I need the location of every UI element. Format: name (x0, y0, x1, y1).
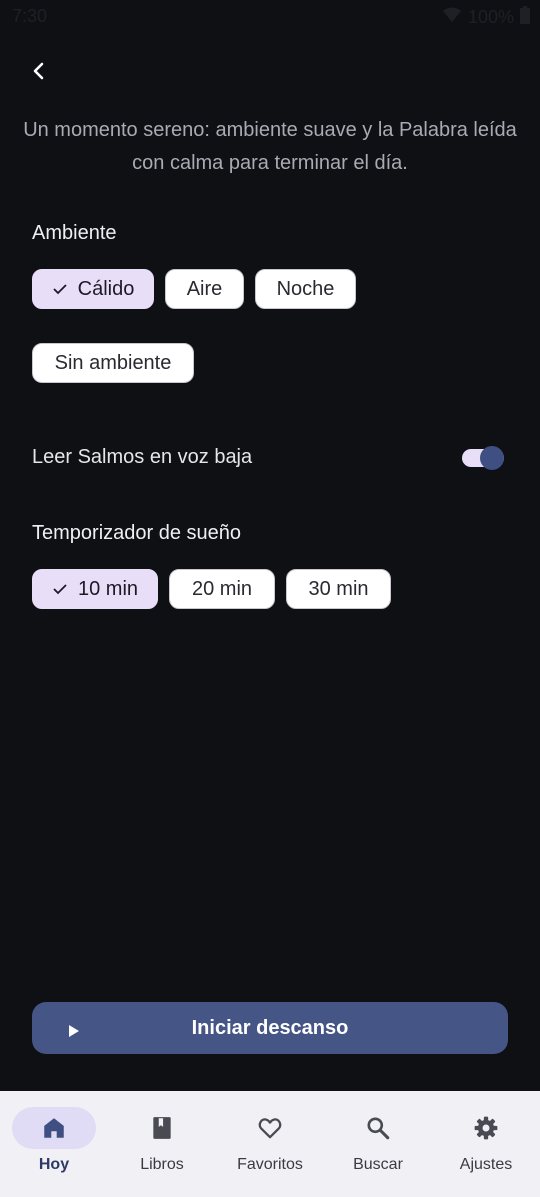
battery-percent: 100% (467, 7, 514, 27)
start-rest-button[interactable]: Iniciar descanso (32, 1002, 508, 1054)
sleep-timer-label: Temporizador de sueño (32, 522, 242, 544)
nav-item-ajustes[interactable]: Ajustes (432, 1091, 540, 1197)
check-icon (52, 282, 68, 296)
bottom-nav: Hoy Libros Favoritos Buscar Ajustes (0, 1091, 540, 1197)
chip-30-min[interactable]: 30 min (286, 569, 391, 609)
chip-label: Sin ambiente (54, 351, 172, 374)
psalms-toggle[interactable] (462, 446, 504, 470)
ambiente-label: Ambiente (32, 222, 117, 244)
wifi-icon (442, 7, 462, 28)
psalms-toggle-label: Leer Salmos en voz baja (32, 446, 253, 468)
check-icon (52, 582, 68, 596)
chip-sin-ambiente[interactable]: Sin ambiente (32, 343, 194, 383)
chip-noche[interactable]: Noche (255, 269, 356, 309)
status-indicators: 100% (442, 6, 530, 29)
chip-label: 10 min (77, 577, 139, 600)
chip-label: 20 min (191, 577, 253, 600)
nav-label: Buscar (353, 1156, 403, 1173)
status-time: 7:30 (12, 6, 48, 26)
chip-label: 30 min (308, 577, 369, 600)
gear-icon (472, 1114, 500, 1142)
chip-label: Aire (186, 277, 223, 300)
nav-label: Hoy (38, 1156, 70, 1173)
nav-item-favoritos[interactable]: Favoritos (216, 1091, 324, 1197)
start-rest-label: Iniciar descanso (191, 1016, 349, 1039)
nav-item-buscar[interactable]: Buscar (324, 1091, 432, 1197)
home-icon (40, 1114, 68, 1142)
chip-label: Cálido (77, 277, 135, 300)
nav-label: Libros (140, 1156, 184, 1173)
chip-calido[interactable]: Cálido (32, 269, 154, 309)
nav-label: Ajustes (459, 1156, 513, 1173)
chip-label: Noche (276, 277, 335, 300)
nav-label: Favoritos (237, 1156, 303, 1173)
chevron-left-icon (31, 61, 45, 86)
chip-10-min[interactable]: 10 min (32, 569, 158, 609)
chip-20-min[interactable]: 20 min (169, 569, 275, 609)
chip-aire[interactable]: Aire (165, 269, 244, 309)
book-icon (148, 1114, 176, 1142)
nav-item-libros[interactable]: Libros (108, 1091, 216, 1197)
back-button[interactable] (24, 58, 52, 88)
toggle-thumb (480, 446, 504, 470)
play-icon (68, 1021, 80, 1044)
battery-icon (520, 6, 530, 29)
status-bar: 7:30 100% (0, 0, 540, 34)
intro-text: Un momento sereno: ambiente suave y la P… (23, 119, 517, 174)
nav-item-hoy[interactable]: Hoy (0, 1091, 108, 1197)
search-icon (364, 1114, 392, 1142)
heart-icon (256, 1114, 284, 1142)
